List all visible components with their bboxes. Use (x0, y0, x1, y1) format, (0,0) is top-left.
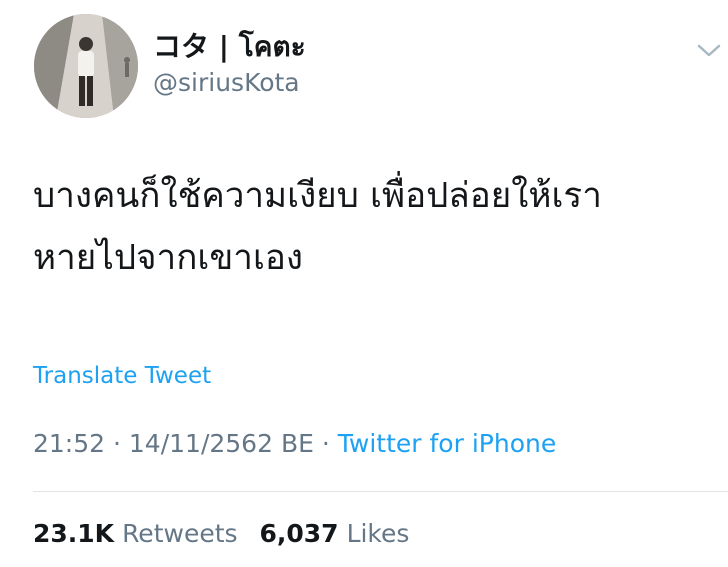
tweet-meta: 21:52 · 14/11/2562 BE · Twitter for iPho… (33, 427, 556, 461)
likes-label: Likes (346, 519, 410, 548)
chevron-down-icon[interactable] (694, 38, 724, 62)
tweet-text: บางคนก็ใช้ความเงียบ เพื่อปล่อยให้เรา หาย… (33, 165, 723, 289)
avatar[interactable] (34, 14, 138, 118)
tweet-text-line: หายไปจากเขาเอง (33, 238, 304, 278)
retweets-label: Retweets (122, 519, 238, 548)
meta-separator: · (321, 429, 330, 458)
likes-count: 6,037 (259, 519, 339, 548)
display-name[interactable]: コタ | โคตะ (153, 29, 306, 65)
tweet-stats: 23.1K Retweets 6,037 Likes (33, 517, 409, 551)
user-handle[interactable]: @siriusKota (153, 66, 300, 100)
tweet-date: 14/11/2562 BE (128, 429, 314, 458)
tweet-text-line: บางคนก็ใช้ความเงียบ เพื่อปล่อยให้เรา (33, 176, 602, 216)
meta-separator: · (113, 429, 121, 458)
likes-stat[interactable]: 6,037 Likes (259, 519, 409, 548)
tweet-source-link[interactable]: Twitter for iPhone (338, 429, 556, 458)
retweets-stat[interactable]: 23.1K Retweets (33, 519, 238, 548)
tweet-time: 21:52 (33, 429, 106, 458)
retweets-count: 23.1K (33, 519, 115, 548)
translate-tweet-link[interactable]: Translate Tweet (33, 360, 211, 392)
avatar-image (34, 14, 138, 118)
divider (33, 491, 728, 492)
